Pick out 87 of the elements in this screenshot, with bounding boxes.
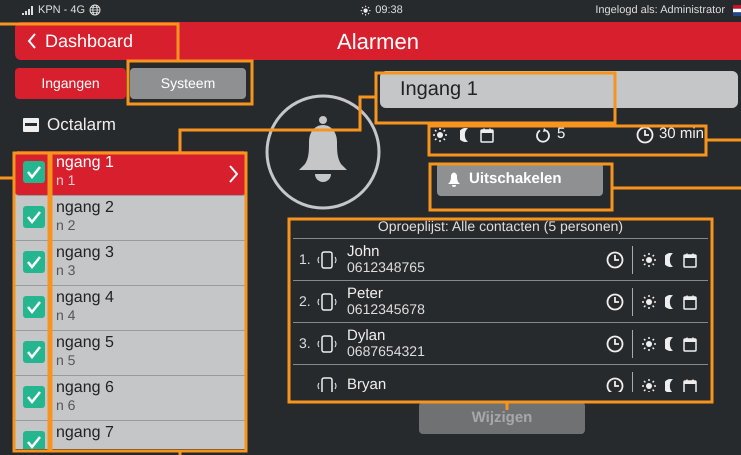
contact-name: Peter [347,286,384,302]
device-icon [23,118,39,132]
repeat-icon [535,126,551,142]
calendar-icon [682,378,698,392]
input-name: ngang 2 [56,198,115,218]
contact-phone: 0687654321 [347,344,425,360]
checkmark-icon [26,255,42,269]
input-number: n 1 [56,172,76,189]
contact-name: Dylan [347,328,386,344]
input-number: n 6 [56,397,76,414]
calendar-icon [479,126,495,142]
signal-icon [22,6,34,14]
globe-icon [89,4,102,16]
input-name: ngang 3 [56,243,115,262]
input-name: ngang 5 [56,333,115,352]
leader-line [0,176,13,180]
input-number: n 4 [56,307,76,324]
bell-icon [265,94,381,210]
tab[interactable]: Ingangen [15,68,126,99]
repeat-count: 5 [557,124,566,144]
checkbox[interactable] [23,161,45,183]
checkbox[interactable] [23,431,45,449]
checkbox[interactable] [23,386,45,408]
moon-icon [665,336,674,350]
user-label: Ingelogd als: Administrator [595,2,725,18]
call-list-title: Oproeplijst: Alle contacten (5 personen) [293,214,708,239]
clock-icon [636,126,654,144]
phone-icon [315,250,339,268]
input-number: n 5 [56,352,76,369]
leader-line [707,138,741,142]
back-link[interactable]: Dashboard [15,28,338,54]
input-row[interactable]: ngang 1 n 1 [15,151,246,196]
clock-time: 09:38 [375,2,403,18]
moon-icon [460,128,469,142]
checkmark-icon [26,390,42,404]
contact-phone: 0612345678 [347,302,425,318]
leader-line [506,403,508,410]
input-name: ngang 6 [56,378,115,398]
contact-phone: 0612348765 [347,260,425,276]
clock-icon [606,292,624,310]
sun-icon [641,336,657,352]
checkmark-icon [26,300,42,314]
flag-icon [733,4,741,16]
contact-index: 2. [299,292,312,311]
contact-index: 3. [299,334,312,353]
input-number: n 3 [56,262,76,279]
input-name: ngang 7 [56,423,115,442]
calendar-icon [682,294,698,310]
chevron-left-icon [27,33,37,49]
page-title: Alarmen [337,28,419,56]
calendar-icon [682,336,698,352]
contact-name: John [347,244,381,260]
sun-icon [360,4,372,16]
moon-icon [665,252,674,266]
checkmark-icon [26,210,42,224]
checkmark-icon [26,435,42,449]
sun-icon [641,252,657,268]
carrier-label: KPN - 4G [38,2,86,18]
checkmark-icon [26,345,42,359]
input-number: n 2 [56,217,76,234]
checkbox[interactable] [23,341,45,363]
clock-icon [606,250,624,268]
input-name: ngang 4 [56,288,115,308]
sun-icon [641,294,657,310]
phone-icon [315,376,339,392]
input-name: ngang 1 [56,153,115,172]
duration-value: 30 min [658,124,704,144]
bell-icon [447,172,461,187]
checkmark-icon [26,165,42,179]
checkbox[interactable] [23,206,45,228]
contact-index: 1. [299,250,312,269]
contact-name: Bryan [347,377,386,392]
moon-icon [665,294,674,308]
moon-icon [665,378,674,392]
device-label: Octalarm [47,114,116,136]
checkbox[interactable] [23,296,45,318]
calendar-icon [682,252,698,268]
sun-icon [641,378,657,392]
leader-line [178,452,182,455]
chevron-right-icon [228,165,238,183]
checkbox[interactable] [23,251,45,273]
clock-icon [606,334,624,352]
phone-icon [315,334,339,352]
phone-icon [315,292,339,310]
name-field[interactable]: Ingang 1 [380,71,738,108]
clock-icon [606,376,624,392]
sun-icon [432,126,448,142]
